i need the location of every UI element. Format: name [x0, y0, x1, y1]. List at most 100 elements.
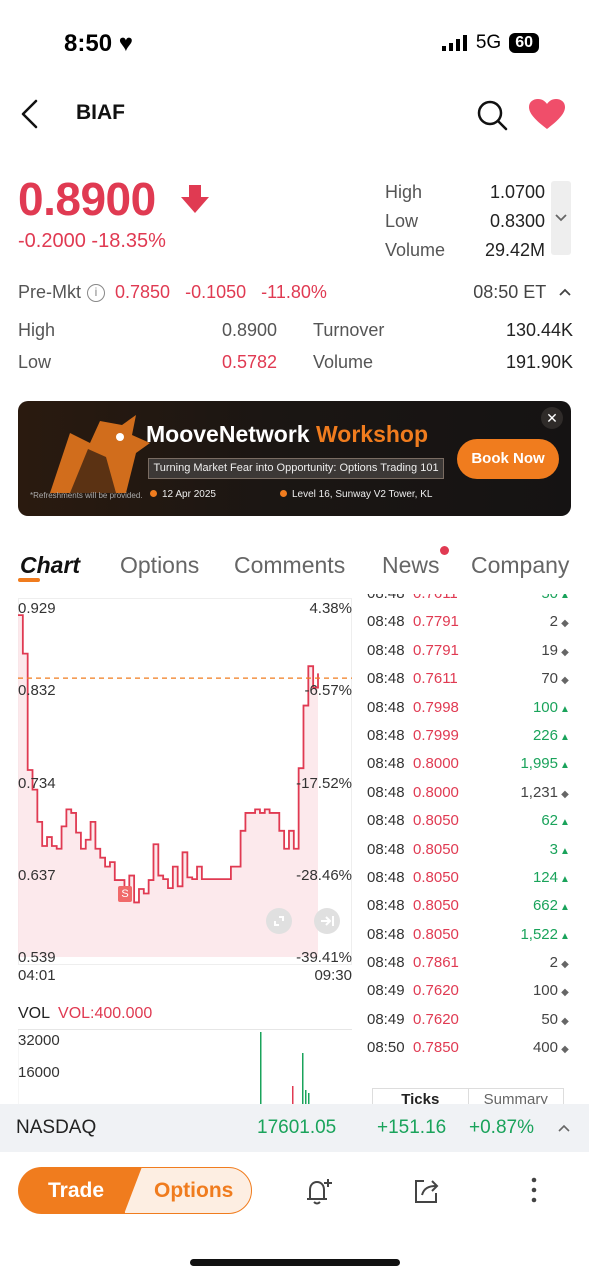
- price-chart[interactable]: 0.929 0.832 0.734 0.637 0.539 4.38% -6.5…: [18, 598, 352, 984]
- expand-stats-button[interactable]: [551, 181, 571, 255]
- signal-icon: [441, 35, 467, 51]
- tick-time: 08:50: [367, 1039, 405, 1057]
- tick-row: 08:48 0.8000 1,995 ▲: [360, 750, 572, 778]
- pct-label-2: -6.57%: [304, 682, 352, 699]
- close-icon[interactable]: ✕: [541, 407, 563, 429]
- chevron-up-icon[interactable]: [557, 286, 573, 298]
- share-icon[interactable]: [410, 1175, 442, 1207]
- pct-label-3: -17.52%: [296, 775, 352, 792]
- tick-time: 08:48: [367, 594, 405, 608]
- up-triangle-icon: ▲: [560, 760, 570, 772]
- tab-chart[interactable]: Chart: [20, 552, 80, 579]
- jump-to-end-icon[interactable]: [314, 908, 340, 934]
- tick-price: 0.7999: [413, 726, 459, 744]
- tick-time: 08:48: [367, 726, 405, 744]
- tick-volume: 2 ◆: [550, 949, 570, 979]
- down-arrow-icon: [181, 185, 209, 213]
- price-label-3: 0.734: [18, 775, 56, 792]
- tick-price: 0.7620: [413, 1010, 459, 1028]
- tick-time: 08:48: [367, 613, 405, 631]
- day-high: 1.0700: [489, 182, 545, 202]
- premarket-change: -0.1050: [185, 282, 247, 302]
- sell-marker[interactable]: S: [118, 886, 132, 902]
- tick-price: 0.8050: [413, 897, 459, 915]
- day-volume: 29.42M: [484, 240, 545, 260]
- tick-row: 08:48 0.8050 1,522 ▲: [360, 921, 572, 949]
- tick-volume: 1,995 ▲: [520, 750, 570, 780]
- tick-time: 08:48: [367, 925, 405, 943]
- index-change: +151.16: [377, 1117, 447, 1138]
- trade-button[interactable]: Trade: [18, 1167, 144, 1214]
- tick-volume: 662 ▲: [533, 892, 570, 922]
- volume-chart[interactable]: 32000 16000: [18, 1029, 352, 1105]
- tab-comments[interactable]: Comments: [234, 552, 345, 579]
- up-triangle-icon: ▲: [560, 845, 570, 857]
- tick-row: 08:48 0.7791 2 ◆: [360, 608, 572, 636]
- diamond-icon: ◆: [561, 987, 569, 999]
- tab-company[interactable]: Company: [471, 552, 569, 579]
- tick-price: 0.7998: [413, 698, 459, 716]
- news-notification-dot: [440, 546, 449, 555]
- banner-subtitle: Turning Market Fear into Opportunity: Op…: [148, 458, 444, 479]
- fullscreen-icon[interactable]: [266, 908, 292, 934]
- tick-time: 08:48: [367, 641, 405, 659]
- tick-time: 08:48: [367, 954, 405, 972]
- tick-time: 08:48: [367, 897, 405, 915]
- favorite-heart-icon[interactable]: [528, 98, 566, 130]
- price-label-2: 0.832: [18, 682, 56, 699]
- status-time: 8:50 ♥: [64, 30, 133, 57]
- tick-row: 08:48 0.7998 100 ▲: [360, 694, 572, 722]
- tick-row: 08:48 0.7611 70 ◆: [360, 665, 572, 693]
- index-change-pct: +0.87%: [469, 1117, 534, 1138]
- tick-volume: 124 ▲: [533, 864, 570, 894]
- premarket-row: Pre-Mkt i 0.7850 -0.1050 -11.80% 08:50 E…: [18, 282, 573, 303]
- tick-time: 08:48: [367, 783, 405, 801]
- chevron-up-icon[interactable]: [557, 1122, 571, 1134]
- index-name: NASDAQ: [16, 1117, 97, 1138]
- index-value: 17601.05: [257, 1117, 337, 1138]
- tick-volume: 62 ▲: [541, 807, 570, 837]
- diamond-icon: ◆: [561, 959, 569, 971]
- tick-volume: 400 ◆: [533, 1034, 570, 1064]
- banner-title: MooveNetwork Workshop: [146, 421, 429, 447]
- up-triangle-icon: ▲: [560, 902, 570, 914]
- up-triangle-icon: ▲: [560, 731, 570, 743]
- calendar-icon: [150, 490, 157, 497]
- ticks-list[interactable]: 08:480.761150▲08:480.77912◆08:480.779119…: [360, 594, 572, 1069]
- tab-options[interactable]: Options: [120, 552, 199, 579]
- day-low: 0.8300: [489, 211, 545, 231]
- search-icon[interactable]: [476, 99, 508, 131]
- tick-volume: 19 ◆: [541, 637, 570, 667]
- price-change: -0.2000 -18.35%: [18, 230, 166, 252]
- tick-row: 08:49 0.7620 100 ◆: [360, 977, 572, 1005]
- promo-banner[interactable]: MooveNetwork Workshop Turning Market Fea…: [18, 401, 571, 516]
- tick-volume: 1,522 ▲: [520, 921, 570, 951]
- options-button[interactable]: Options: [124, 1167, 252, 1214]
- premarket-low: 0.5782: [221, 352, 277, 372]
- tick-price: 0.7791: [413, 613, 459, 631]
- tick-row: 08:48 0.8050 62 ▲: [360, 807, 572, 835]
- book-now-button[interactable]: Book Now: [457, 439, 559, 479]
- premarket-time: 08:50 ET: [473, 282, 573, 303]
- info-icon[interactable]: i: [87, 283, 105, 302]
- tick-price: 0.8000: [413, 755, 459, 773]
- tick-time: 08:48: [367, 812, 405, 830]
- tick-volume: 2 ◆: [550, 608, 570, 638]
- tick-price: 0.8050: [413, 868, 459, 886]
- diamond-icon: ◆: [561, 646, 569, 658]
- chevron-down-icon: [555, 214, 567, 222]
- index-ticker-bar[interactable]: NASDAQ 17601.05 +151.16 +0.87%: [0, 1104, 589, 1152]
- tab-news[interactable]: News: [382, 552, 440, 579]
- tick-volume: 70 ◆: [541, 665, 570, 695]
- up-triangle-icon: ▲: [560, 873, 570, 885]
- banner-location: Level 16, Sunway V2 Tower, KL: [280, 489, 432, 500]
- back-arrow-icon[interactable]: [18, 98, 42, 130]
- tick-row: 08:48 0.7791 19 ◆: [360, 637, 572, 665]
- price-alert-bell-icon[interactable]: [302, 1175, 334, 1207]
- up-triangle-icon: ▲: [560, 817, 570, 829]
- tick-time: 08:48: [367, 755, 405, 773]
- premarket-volume: 191.90K: [505, 352, 573, 372]
- price-label-top: 0.929: [18, 600, 56, 617]
- more-options-icon[interactable]: [518, 1175, 550, 1207]
- time-label-start: 04:01: [18, 967, 56, 984]
